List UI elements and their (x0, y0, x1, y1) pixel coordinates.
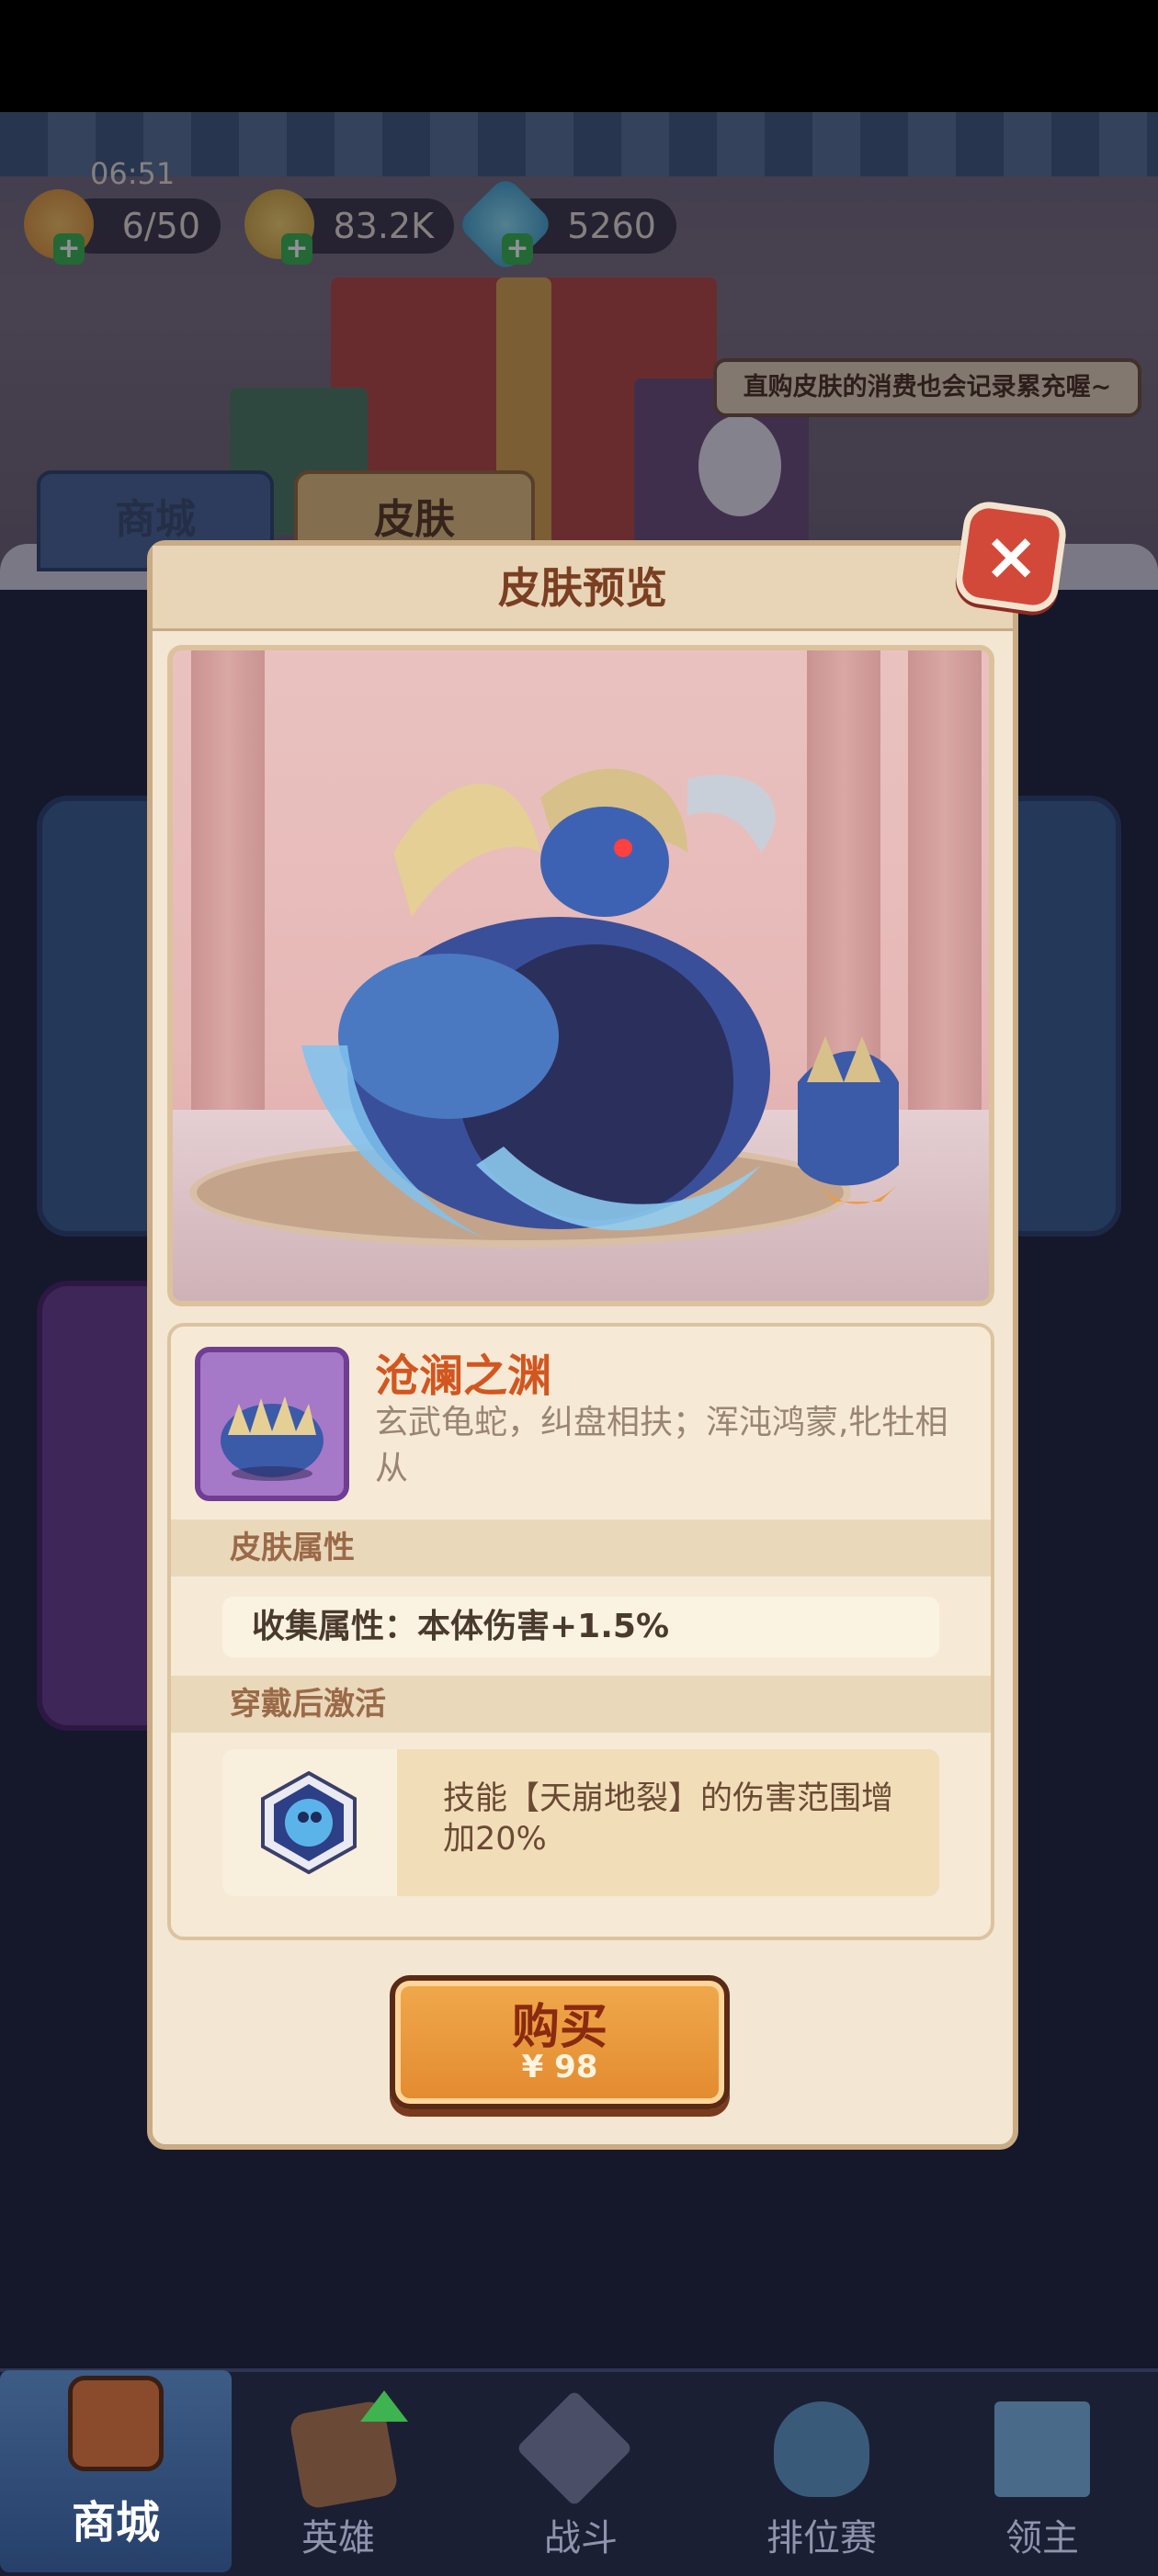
buy-button-price[interactable]: ¥ 98 (390, 2049, 730, 2085)
dragon-turtle-character-illustration (301, 768, 899, 1238)
close-icon: × (982, 517, 1039, 595)
rank-shield-icon (774, 2401, 869, 2497)
chest-icon (68, 2376, 164, 2471)
skill-earthquake-icon (261, 1771, 357, 1874)
nav-item-battle[interactable]: 战斗 (465, 2370, 697, 2572)
skin-thumbnail-icon (221, 1396, 324, 1481)
banner-icon (994, 2401, 1090, 2497)
nav-label-battle: 战斗 (544, 2517, 618, 2559)
skin-name: 沧澜之渊 (375, 1350, 552, 1402)
skin-thumbnail (195, 1347, 349, 1501)
skin-description: 玄武龟蛇，纠盘相扶；浑沌鸿蒙,牝牡相从 (375, 1404, 948, 1487)
nav-item-shop[interactable]: 商城 (0, 2370, 232, 2572)
dialog-title: 皮肤预览 (498, 563, 667, 613)
nav-label-ranked: 排位赛 (766, 2517, 877, 2559)
nav-item-lord[interactable]: 领主 (926, 2370, 1158, 2572)
nav-item-ranked[interactable]: 排位赛 (706, 2370, 937, 2572)
status-bar (0, 0, 1158, 112)
crossed-swords-icon (516, 2390, 633, 2507)
skin-preview-image (167, 645, 994, 1306)
upgrade-arrow-icon (360, 2390, 408, 2422)
buy-button-label[interactable]: 购买 (390, 1988, 730, 2057)
skill-bonus-text: 技能【天崩地裂】的伤害范围增加20% (443, 1780, 894, 1858)
collection-attribute: 收集属性：本体伤害+1.5% (222, 1597, 939, 1657)
nav-label-lord: 领主 (1005, 2517, 1079, 2559)
wear-activation-heading: 穿戴后激活 (171, 1676, 991, 1733)
close-button[interactable]: × (952, 498, 1070, 616)
nav-label-shop: 商城 (71, 2497, 160, 2548)
nav-label-heroes: 英雄 (301, 2517, 375, 2559)
skin-attributes-heading: 皮肤属性 (171, 1520, 991, 1576)
nav-item-heroes[interactable]: 英雄 (222, 2370, 454, 2572)
